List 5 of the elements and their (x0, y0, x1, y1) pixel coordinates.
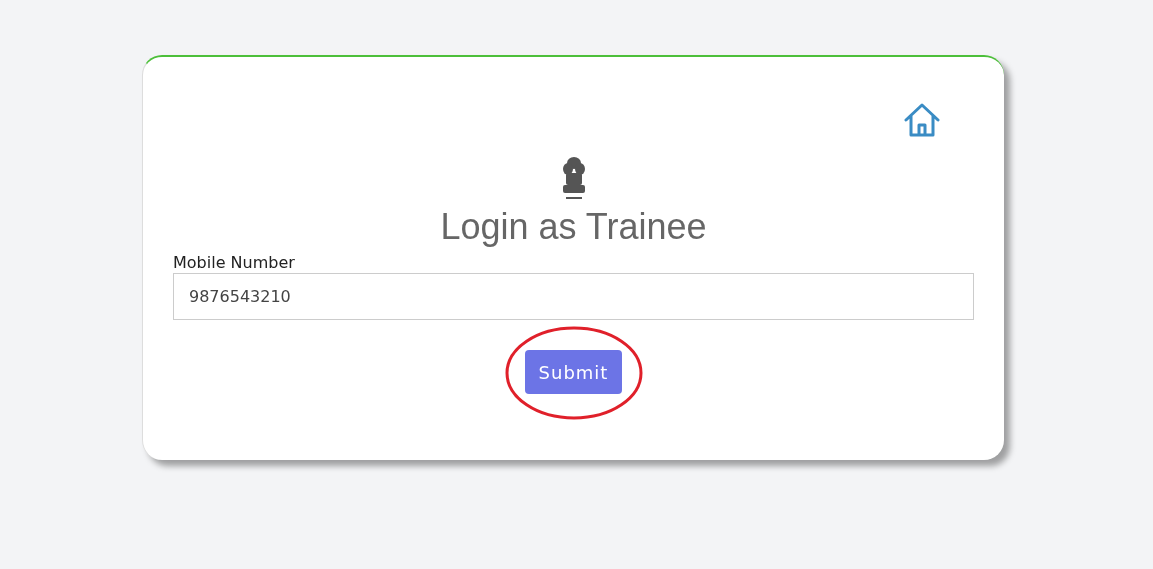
home-icon[interactable] (904, 103, 940, 137)
mobile-number-field[interactable]: 9876543210 (173, 273, 974, 320)
submit-button[interactable]: Submit (524, 350, 623, 394)
page-title: Login as Trainee (439, 205, 708, 249)
field-label: Mobile Number (173, 253, 295, 273)
